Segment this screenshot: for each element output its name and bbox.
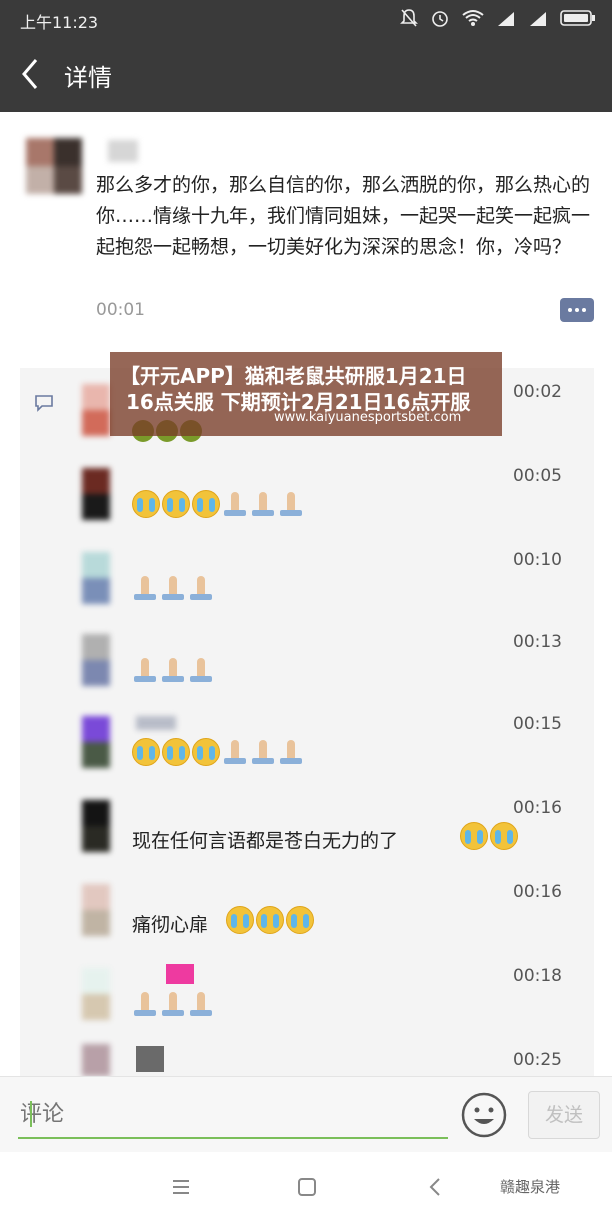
alarm-icon — [432, 11, 448, 27]
text-cursor — [30, 1101, 32, 1127]
comment-row[interactable]: 00:15 — [20, 700, 594, 784]
signal-icon — [498, 12, 514, 26]
comment-time: 00:25 — [513, 1050, 562, 1070]
crying-emoji-icon — [162, 490, 190, 518]
comment-emoji — [226, 906, 314, 934]
comment-row[interactable]: 00:25 — [20, 1036, 594, 1076]
comment-avatar[interactable] — [82, 634, 110, 686]
comment-author-name[interactable] — [136, 716, 176, 730]
comment-emoji — [132, 574, 214, 602]
crying-emoji-icon — [490, 822, 518, 850]
moment-post: 那么多才的你，那么自信的你，那么洒脱的你，那么热心的你……情缘十九年，我们情同姐… — [0, 112, 612, 360]
comment-avatar[interactable] — [82, 800, 110, 852]
praying-hands-icon — [188, 656, 214, 684]
praying-hands-icon — [222, 490, 248, 518]
home-icon[interactable] — [292, 1172, 322, 1202]
comment-emoji — [132, 656, 214, 684]
status-icons — [400, 8, 596, 28]
comment-row[interactable]: 00:13 — [20, 618, 594, 700]
crying-emoji-icon — [192, 490, 220, 518]
watermark-text: 赣趣泉港 — [500, 1178, 561, 1196]
comment-emoji — [132, 490, 304, 518]
comment-input[interactable] — [18, 1093, 442, 1135]
comment-avatar[interactable] — [82, 1044, 110, 1076]
praying-hands-icon — [188, 990, 214, 1018]
comment-time: 00:16 — [513, 882, 562, 902]
menu-icon[interactable] — [166, 1172, 196, 1202]
wifi-icon — [462, 10, 484, 26]
comment-avatar[interactable] — [82, 468, 110, 520]
comment-text: 痛彻心扉 — [132, 914, 209, 936]
mute-icon — [400, 9, 418, 27]
comment-emoji — [460, 822, 518, 850]
comment-row[interactable]: 00:18 — [20, 952, 594, 1036]
praying-hands-icon — [132, 990, 158, 1018]
praying-hands-icon — [278, 490, 304, 518]
comment-avatar[interactable] — [82, 716, 110, 768]
praying-hands-icon — [188, 574, 214, 602]
comment-avatar[interactable] — [82, 384, 110, 436]
comment-emoji — [132, 738, 304, 766]
comment-avatar[interactable] — [82, 968, 110, 1020]
comment-text: 现在任何言语都是苍白无力的了 — [132, 830, 399, 852]
back-icon[interactable] — [420, 1172, 450, 1202]
crying-emoji-icon — [132, 738, 160, 766]
post-author-name[interactable] — [108, 140, 138, 162]
emoji-button[interactable] — [460, 1091, 508, 1139]
comment-time: 00:10 — [513, 550, 562, 570]
comment-emoji — [132, 990, 214, 1018]
praying-hands-icon — [250, 490, 276, 518]
comment-more-button[interactable] — [560, 298, 594, 322]
comment-input-field[interactable] — [18, 1093, 448, 1139]
praying-hands-icon — [160, 990, 186, 1018]
status-time: 上午11:23 — [20, 13, 99, 32]
comment-time: 00:05 — [513, 466, 562, 486]
crying-emoji-icon — [132, 490, 160, 518]
comment-row[interactable]: 00:16 痛彻心扉 — [20, 868, 594, 952]
back-button[interactable] — [14, 54, 46, 94]
praying-hands-icon — [160, 574, 186, 602]
comment-time: 00:13 — [513, 632, 562, 652]
praying-hands-icon — [160, 656, 186, 684]
praying-hands-icon — [132, 656, 158, 684]
comment-row[interactable]: 00:16 现在任何言语都是苍白无力的了 — [20, 784, 594, 868]
comment-avatar[interactable] — [82, 884, 110, 936]
avatar[interactable] — [26, 138, 82, 194]
comment-author-name[interactable] — [166, 964, 194, 984]
comment-row[interactable]: 00:10 — [20, 536, 594, 618]
page-title: 详情 — [64, 64, 112, 92]
post-content: 那么多才的你，那么自信的你，那么洒脱的你，那么热心的你……情缘十九年，我们情同姐… — [96, 174, 591, 258]
comment-avatar[interactable] — [82, 552, 110, 604]
title-bar: 详情 — [0, 38, 612, 112]
crying-emoji-icon — [256, 906, 284, 934]
battery-icon — [560, 10, 595, 26]
crying-emoji-icon — [286, 906, 314, 934]
crying-emoji-icon — [162, 738, 190, 766]
comment-time: 00:02 — [513, 382, 562, 402]
crying-emoji-icon — [192, 738, 220, 766]
praying-hands-icon — [222, 738, 248, 766]
crying-emoji-icon — [460, 822, 488, 850]
comment-input-bar: 发送 — [0, 1076, 612, 1153]
comment-time: 00:15 — [513, 714, 562, 734]
ad-banner-overlay[interactable]: 【开元APP】猫和老鼠共研服1月21日 16点关服 下期预计2月21日16点开服… — [110, 352, 502, 436]
comments-section: 00:02 00:05 00:10 00:13 00:15 00:16 现在任何… — [20, 368, 594, 1076]
comment-time: 00:16 — [513, 798, 562, 818]
comment-time: 00:18 — [513, 966, 562, 986]
system-nav-bar: 赣趣泉港 — [0, 1152, 612, 1224]
signal-icon — [530, 12, 546, 26]
post-timestamp: 00:01 — [96, 300, 145, 320]
crying-emoji-icon — [226, 906, 254, 934]
praying-hands-icon — [132, 574, 158, 602]
send-button[interactable]: 发送 — [528, 1091, 600, 1139]
comment-author-name[interactable] — [136, 1046, 164, 1072]
banner-line-1: 【开元APP】猫和老鼠共研服1月21日 — [120, 364, 467, 388]
praying-hands-icon — [250, 738, 276, 766]
banner-url: www.kaiyuanesportsbet.com — [274, 410, 462, 425]
praying-hands-icon — [278, 738, 304, 766]
comment-row[interactable]: 00:05 — [20, 452, 594, 536]
status-bar: 上午11:23 — [0, 0, 612, 38]
